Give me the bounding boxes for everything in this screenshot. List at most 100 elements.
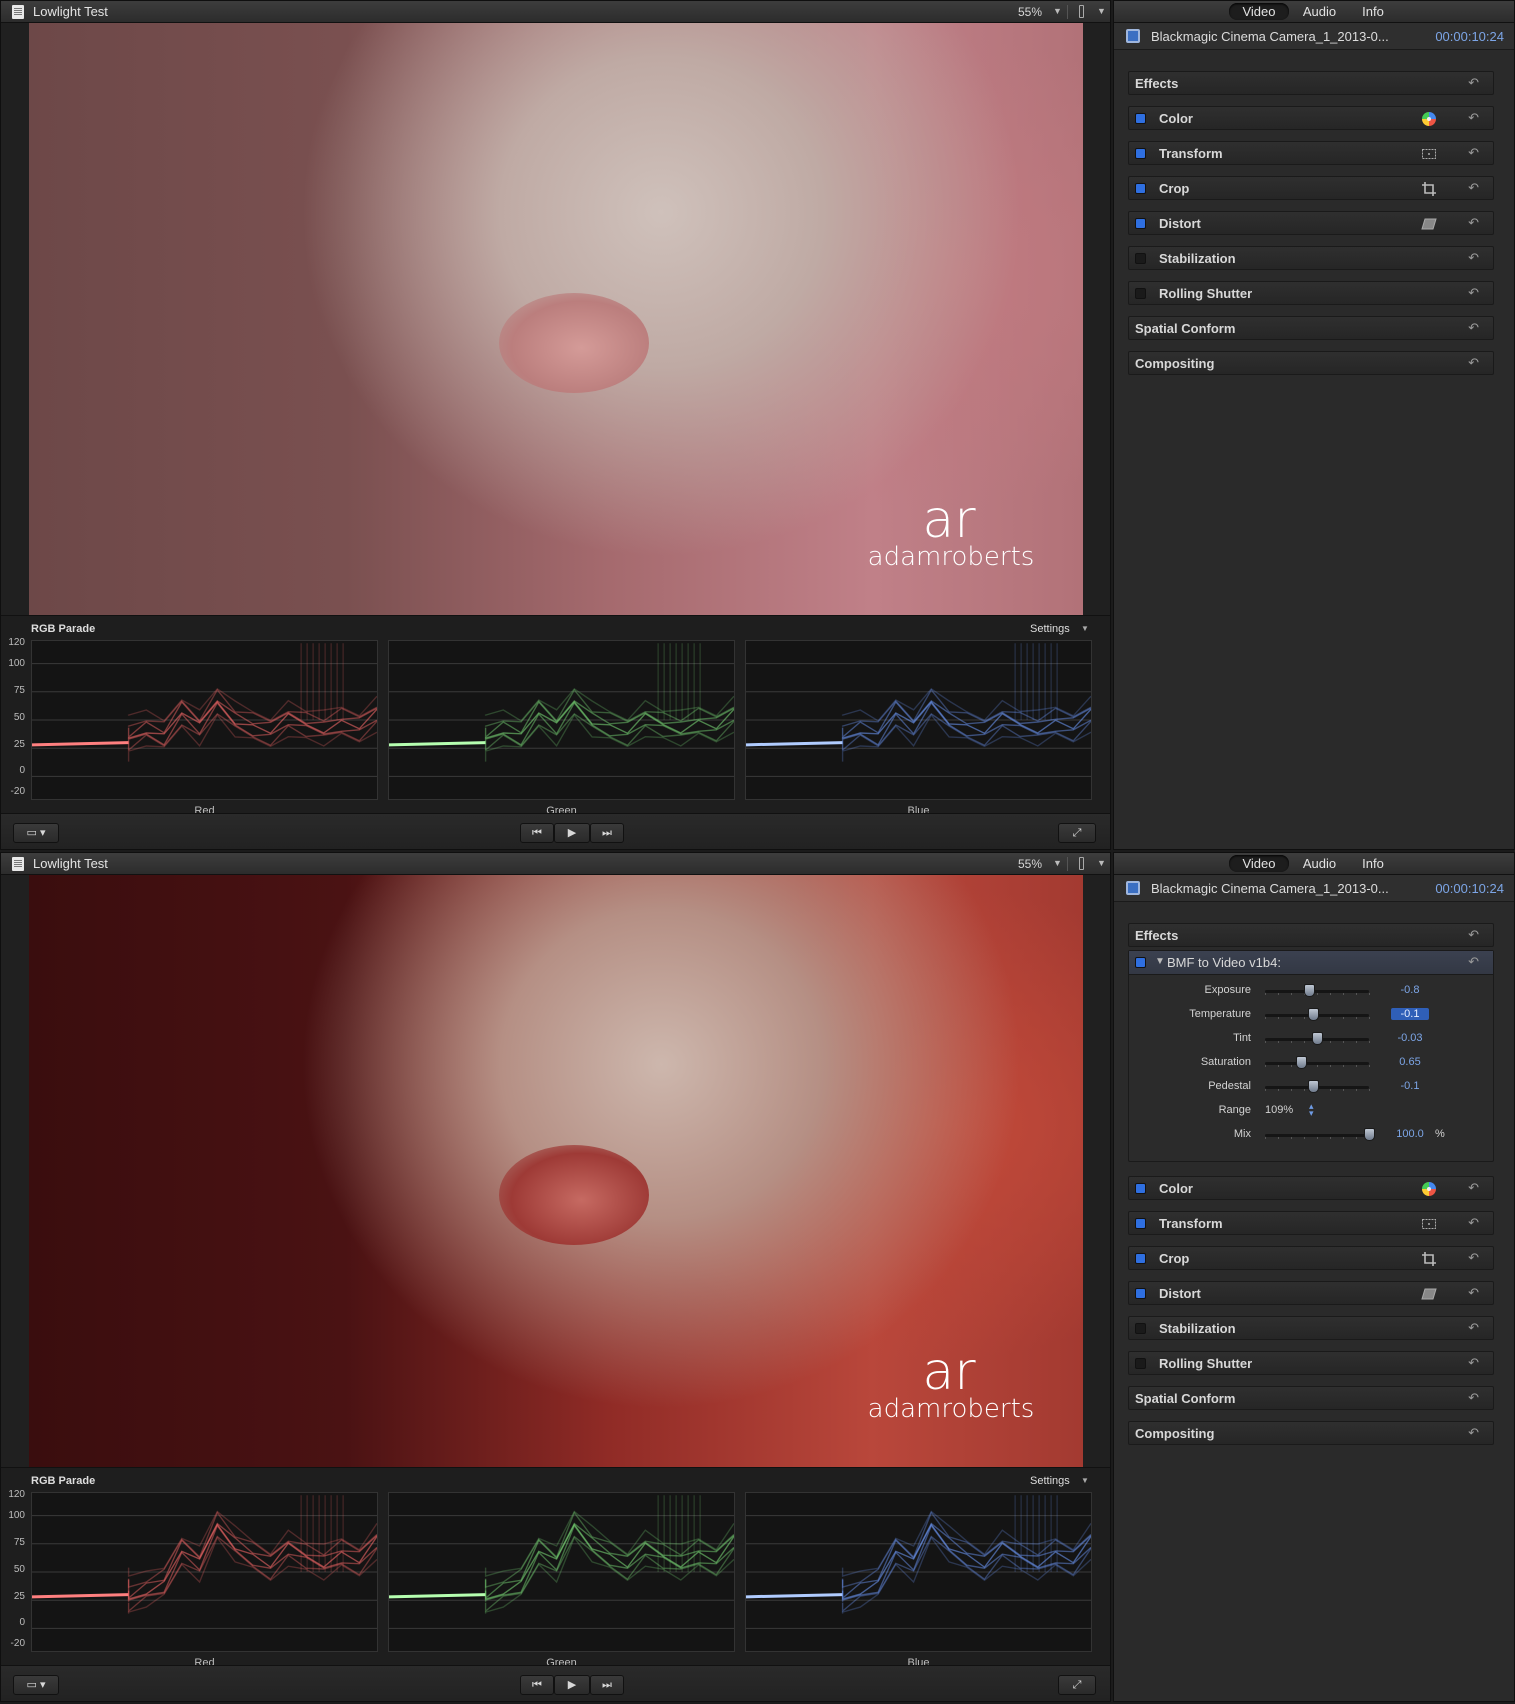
param-slider[interactable] bbox=[1265, 1128, 1375, 1141]
reset-icon[interactable]: ↶ bbox=[1468, 1390, 1479, 1406]
effect-enable-checkbox[interactable] bbox=[1135, 1183, 1146, 1194]
param-value[interactable]: 100.0 bbox=[1391, 1128, 1429, 1140]
zoom-dropdown-icon[interactable]: ▼ bbox=[1053, 6, 1062, 16]
zoom-level[interactable]: 55% bbox=[1018, 5, 1042, 19]
effect-enable-checkbox[interactable] bbox=[1135, 1323, 1146, 1334]
param-value[interactable]: -0.1 bbox=[1391, 1080, 1429, 1092]
param-slider[interactable] bbox=[1265, 984, 1370, 997]
effect-row-transform[interactable]: Transform ↶ bbox=[1128, 1211, 1494, 1235]
next-edit-icon[interactable]: ⏭ bbox=[590, 823, 624, 843]
reset-icon[interactable]: ↶ bbox=[1468, 215, 1479, 231]
slider-thumb[interactable] bbox=[1296, 1056, 1308, 1069]
play-icon[interactable]: ▶ bbox=[554, 823, 590, 843]
transform-view-button[interactable]: ▭ ▾ bbox=[13, 823, 59, 843]
slider-thumb[interactable] bbox=[1364, 1128, 1375, 1141]
settings-dropdown-icon[interactable]: ▼ bbox=[1081, 1476, 1089, 1485]
reset-icon[interactable]: ↶ bbox=[1468, 1250, 1479, 1266]
slider-thumb[interactable] bbox=[1303, 984, 1315, 997]
scope-settings-button[interactable]: Settings bbox=[1030, 1475, 1070, 1487]
effect-row-distort[interactable]: Distort ↶ bbox=[1128, 1281, 1494, 1305]
view-options-icon[interactable] bbox=[1079, 5, 1084, 18]
effect-enable-checkbox[interactable] bbox=[1135, 1288, 1146, 1299]
bmf-enable-checkbox[interactable] bbox=[1135, 957, 1146, 968]
slider-thumb[interactable] bbox=[1307, 1080, 1319, 1093]
effect-row-transform[interactable]: Transform ↶ bbox=[1128, 141, 1494, 165]
tab-video[interactable]: Video bbox=[1229, 855, 1289, 872]
effect-row-compositing[interactable]: Compositing ↶ bbox=[1128, 351, 1494, 375]
effect-enable-checkbox[interactable] bbox=[1135, 183, 1146, 194]
param-value[interactable]: -0.1 bbox=[1391, 1008, 1429, 1020]
slider-thumb[interactable] bbox=[1307, 1008, 1319, 1021]
fullscreen-icon[interactable]: ⤢ bbox=[1058, 823, 1096, 843]
slider-thumb[interactable] bbox=[1312, 1032, 1323, 1045]
reset-icon[interactable]: ↶ bbox=[1468, 1180, 1479, 1196]
disclosure-triangle-icon[interactable]: ▼ bbox=[1155, 956, 1165, 967]
param-slider[interactable] bbox=[1265, 1056, 1370, 1069]
previous-edit-icon[interactable]: ⏮ bbox=[520, 1675, 554, 1695]
reset-icon[interactable]: ↶ bbox=[1468, 75, 1479, 91]
effect-row-crop[interactable]: Crop ↶ bbox=[1128, 176, 1494, 200]
param-value[interactable]: 0.65 bbox=[1391, 1056, 1429, 1068]
scope-settings-button[interactable]: Settings bbox=[1030, 623, 1070, 635]
next-edit-icon[interactable]: ⏭ bbox=[590, 1675, 624, 1695]
view-dropdown-icon[interactable]: ▼ bbox=[1097, 858, 1106, 868]
effect-row-distort[interactable]: Distort ↶ bbox=[1128, 211, 1494, 235]
reset-icon[interactable]: ↶ bbox=[1468, 110, 1479, 126]
effect-enable-checkbox[interactable] bbox=[1135, 218, 1146, 229]
effect-enable-checkbox[interactable] bbox=[1135, 148, 1146, 159]
effects-section[interactable]: Effects ↶ bbox=[1128, 71, 1494, 95]
settings-dropdown-icon[interactable]: ▼ bbox=[1081, 624, 1089, 633]
play-icon[interactable]: ▶ bbox=[554, 1675, 590, 1695]
reset-icon[interactable]: ↶ bbox=[1468, 355, 1479, 371]
video-canvas[interactable]: ar adamroberts bbox=[1, 23, 1110, 615]
effect-enable-checkbox[interactable] bbox=[1135, 1253, 1146, 1264]
param-value[interactable]: -0.03 bbox=[1391, 1032, 1429, 1044]
effect-row-compositing[interactable]: Compositing ↶ bbox=[1128, 1421, 1494, 1445]
reset-icon[interactable]: ↶ bbox=[1468, 180, 1479, 196]
effect-row-spatial-conform[interactable]: Spatial Conform ↶ bbox=[1128, 1386, 1494, 1410]
param-slider[interactable] bbox=[1265, 1080, 1370, 1093]
tab-info[interactable]: Info bbox=[1350, 855, 1396, 872]
fullscreen-icon[interactable]: ⤢ bbox=[1058, 1675, 1096, 1695]
zoom-dropdown-icon[interactable]: ▼ bbox=[1053, 858, 1062, 868]
effect-enable-checkbox[interactable] bbox=[1135, 253, 1146, 264]
effect-row-crop[interactable]: Crop ↶ bbox=[1128, 1246, 1494, 1270]
effect-row-color[interactable]: Color ↶ bbox=[1128, 106, 1494, 130]
effects-section[interactable]: Effects ↶ bbox=[1128, 923, 1494, 947]
param-value[interactable]: -0.8 bbox=[1391, 984, 1429, 996]
reset-icon[interactable]: ↶ bbox=[1468, 145, 1479, 161]
transform-view-button[interactable]: ▭ ▾ bbox=[13, 1675, 59, 1695]
effect-row-rolling-shutter[interactable]: Rolling Shutter ↶ bbox=[1128, 281, 1494, 305]
range-popup-value[interactable]: 109% bbox=[1265, 1104, 1293, 1116]
reset-icon[interactable]: ↶ bbox=[1468, 285, 1479, 301]
reset-icon[interactable]: ↶ bbox=[1468, 250, 1479, 266]
reset-icon[interactable]: ↶ bbox=[1468, 320, 1479, 336]
reset-icon[interactable]: ↶ bbox=[1468, 927, 1479, 943]
effect-row-color[interactable]: Color ↶ bbox=[1128, 1176, 1494, 1200]
effect-enable-checkbox[interactable] bbox=[1135, 113, 1146, 124]
reset-icon[interactable]: ↶ bbox=[1468, 1320, 1479, 1336]
zoom-level[interactable]: 55% bbox=[1018, 857, 1042, 871]
reset-icon[interactable]: ↶ bbox=[1468, 1355, 1479, 1371]
reset-icon[interactable]: ↶ bbox=[1468, 954, 1479, 970]
tab-info[interactable]: Info bbox=[1350, 3, 1396, 20]
bmf-effect-header[interactable]: ▼ BMF to Video v1b4: ↶ bbox=[1129, 951, 1493, 975]
param-slider[interactable] bbox=[1265, 1008, 1370, 1021]
effect-enable-checkbox[interactable] bbox=[1135, 288, 1146, 299]
tab-audio[interactable]: Audio bbox=[1292, 3, 1347, 20]
effect-row-stabilization[interactable]: Stabilization ↶ bbox=[1128, 246, 1494, 270]
effect-row-stabilization[interactable]: Stabilization ↶ bbox=[1128, 1316, 1494, 1340]
video-canvas[interactable]: ar adamroberts bbox=[1, 875, 1110, 1467]
popup-stepper-icon[interactable]: ▴ ▾ bbox=[1309, 1102, 1314, 1118]
param-slider[interactable] bbox=[1265, 1032, 1370, 1045]
effect-enable-checkbox[interactable] bbox=[1135, 1218, 1146, 1229]
tab-audio[interactable]: Audio bbox=[1292, 855, 1347, 872]
reset-icon[interactable]: ↶ bbox=[1468, 1425, 1479, 1441]
reset-icon[interactable]: ↶ bbox=[1468, 1285, 1479, 1301]
effect-row-rolling-shutter[interactable]: Rolling Shutter ↶ bbox=[1128, 1351, 1494, 1375]
tab-video[interactable]: Video bbox=[1229, 3, 1289, 20]
reset-icon[interactable]: ↶ bbox=[1468, 1215, 1479, 1231]
effect-row-spatial-conform[interactable]: Spatial Conform ↶ bbox=[1128, 316, 1494, 340]
view-options-icon[interactable] bbox=[1079, 857, 1084, 870]
effect-enable-checkbox[interactable] bbox=[1135, 1358, 1146, 1369]
